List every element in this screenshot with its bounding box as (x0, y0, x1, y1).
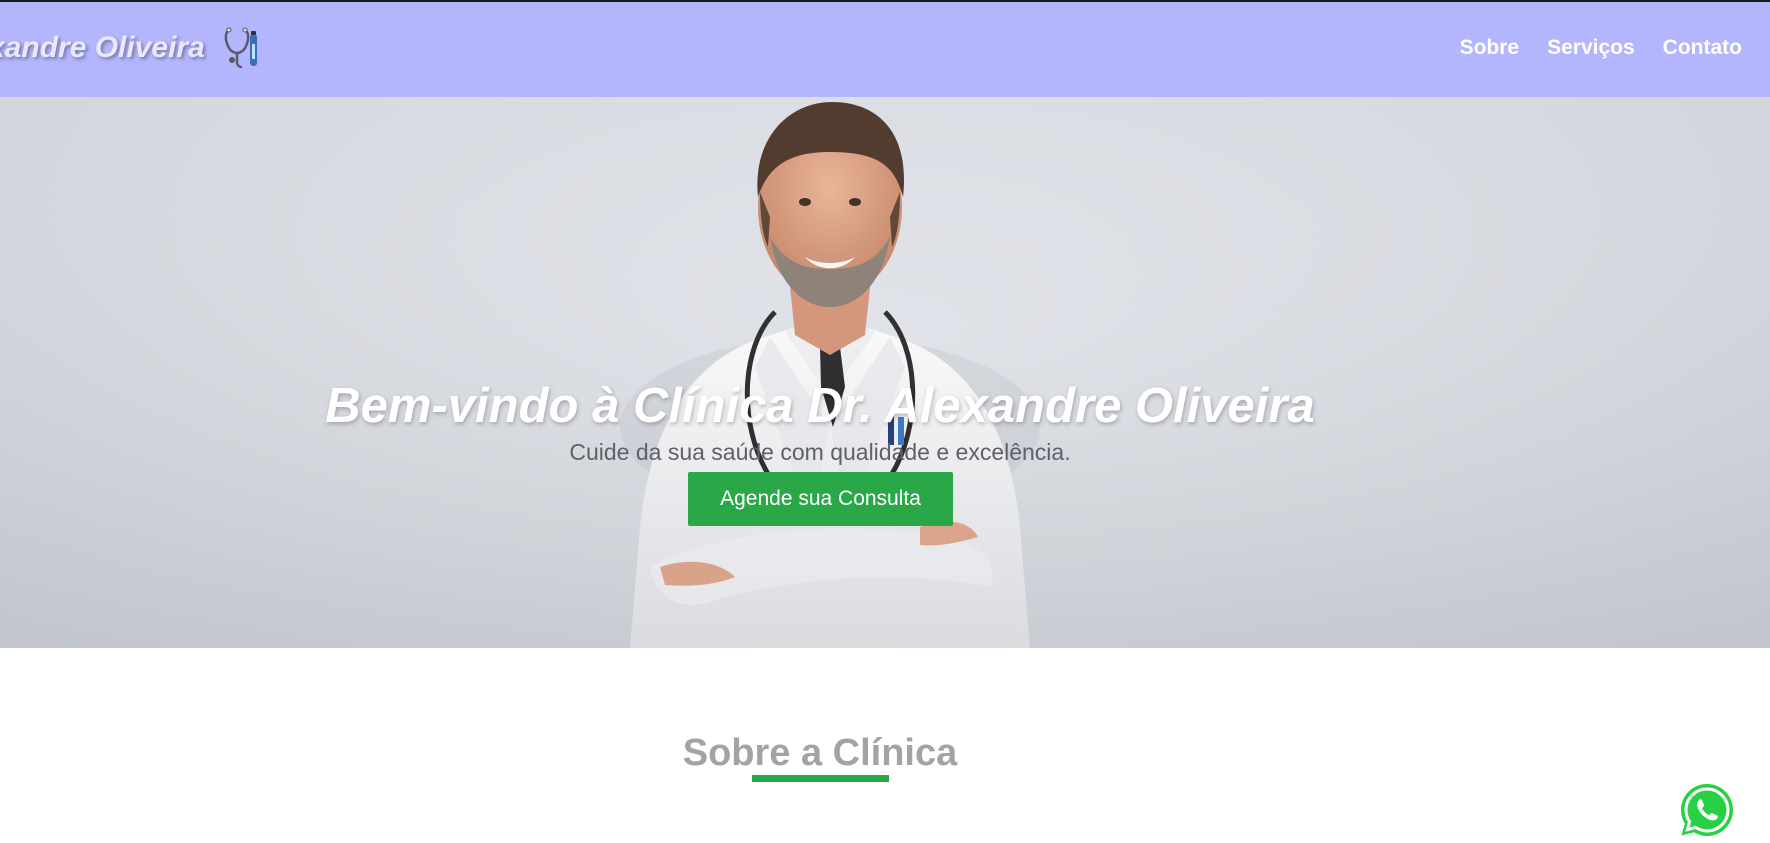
site-brand[interactable]: xandre Oliveira (0, 26, 265, 70)
top-border (0, 0, 1770, 2)
hero-title: Bem-vindo à Clínica Dr. Alexandre Olivei… (325, 378, 1315, 433)
main-nav: Sobre Serviços Contato (1432, 36, 1742, 60)
book-appointment-button[interactable]: Agende sua Consulta (688, 472, 953, 526)
nav-link-servicos[interactable]: Serviços (1547, 36, 1635, 60)
hero-section: Bem-vindo à Clínica Dr. Alexandre Olivei… (0, 97, 1770, 648)
about-section-title: Sobre a Clínica (682, 731, 958, 774)
nav-link-sobre[interactable]: Sobre (1460, 36, 1520, 60)
stethoscope-icon (224, 27, 257, 69)
hero-subtitle: Cuide da sua saúde com qualidade e excel… (569, 439, 1071, 465)
nav-link-contato[interactable]: Contato (1663, 36, 1742, 60)
brand-name: xandre Oliveira (0, 31, 205, 64)
about-title-underline (752, 775, 889, 782)
whatsapp-icon[interactable] (1677, 780, 1737, 840)
site-header: xandre Oliveira Sobre Serviços Contato (0, 0, 1770, 97)
hero-overlay (0, 97, 1770, 648)
